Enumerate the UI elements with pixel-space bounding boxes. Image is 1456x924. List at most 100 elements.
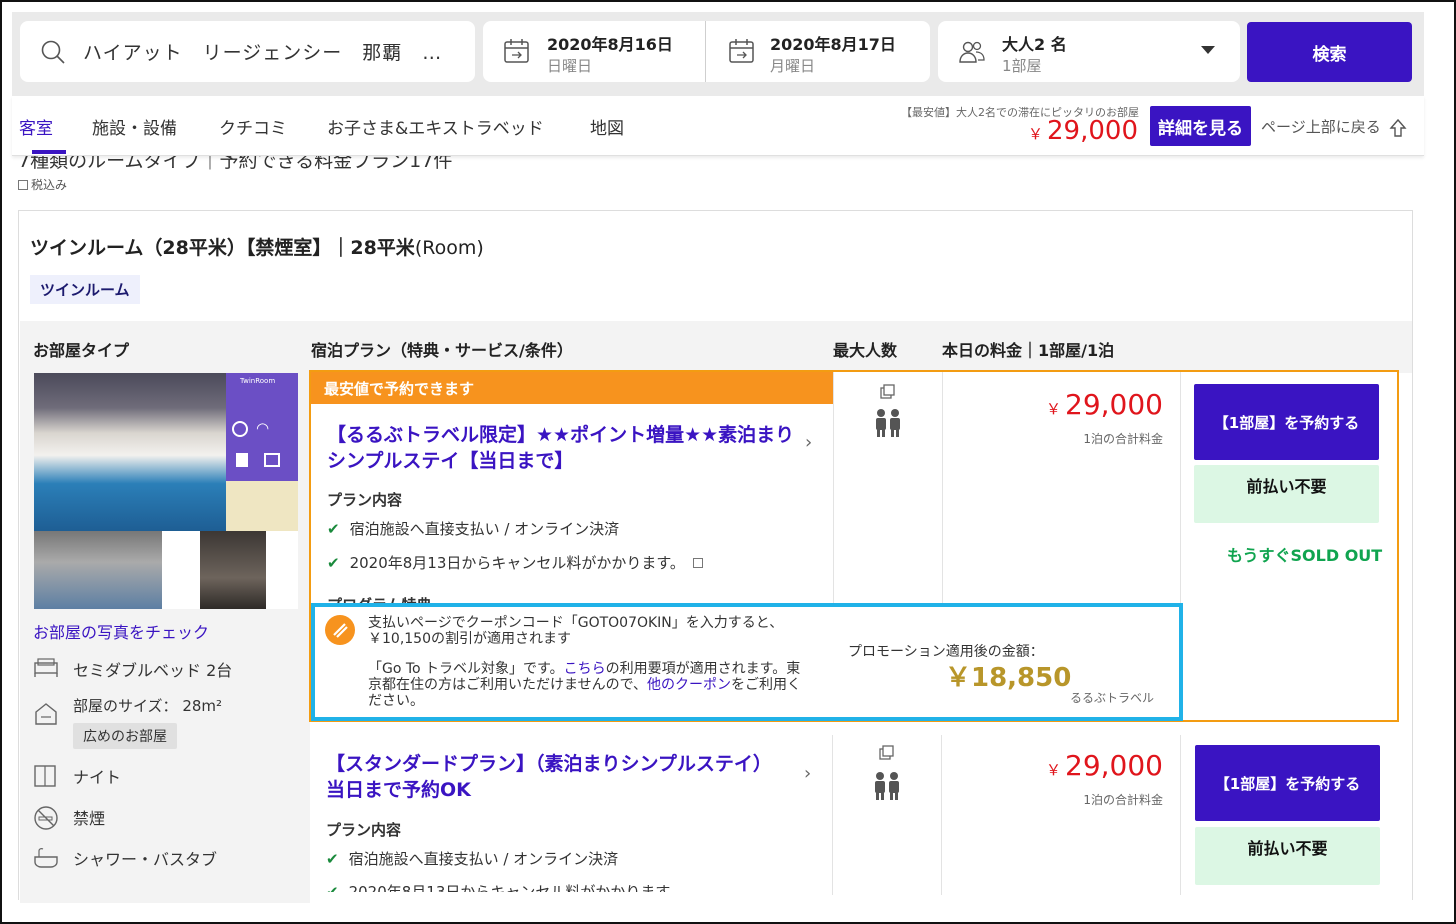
- promo-price: ￥18,850: [945, 663, 1072, 693]
- yen-symbol: ￥: [1046, 761, 1062, 779]
- two-people-icon: [876, 409, 900, 437]
- bed-label: セミダブルベッド 2台: [73, 661, 233, 680]
- terms-link[interactable]: こちら: [564, 661, 606, 677]
- checkin-date: 2020年8月16日: [547, 35, 673, 54]
- back-to-top-label: ページ上部に戻る: [1261, 118, 1381, 136]
- coupon-promotion-box: 支払いページでクーポンコード「GOTO07OKIN」を入力すると、￥10,150…: [311, 603, 1183, 721]
- column-divider: [832, 735, 833, 895]
- tax-included-label: 税込み: [31, 178, 68, 192]
- plan-title-link[interactable]: 【スタンダードプラン】（素泊まりシンプルステイ）当日まで予約OK: [326, 751, 786, 803]
- checkin-calendar-icon: [504, 39, 529, 63]
- coupon-icon: [325, 615, 355, 645]
- room-title-main: ツインルーム（28平米）【禁煙室】｜28平米: [30, 237, 415, 259]
- external-icon: [18, 180, 28, 190]
- nav-price-value: 29,000: [1047, 116, 1138, 146]
- plan-condition-text: 2020年8月13日からキャンセル料がかかります。: [348, 883, 684, 892]
- tab-map[interactable]: 地図: [590, 114, 624, 139]
- wifi-icon: ◠: [256, 419, 270, 437]
- window-view-icon: [34, 765, 56, 787]
- room-title: ツインルーム（28平米）【禁煙室】｜28平米(Room): [30, 233, 484, 260]
- header-plan: 宿泊プラン（特典・サービス/条件）: [311, 341, 573, 360]
- column-divider: [941, 735, 942, 895]
- amenity-icon: [236, 453, 248, 467]
- bath-label: シャワー・バスタブ: [73, 850, 218, 869]
- lowest-price-banner: 最安値で予約できます: [311, 372, 833, 404]
- sticky-nav: 客室 施設・設備 クチコミ お子さま&エキストラベッド 地図 【最安値】大人2名…: [12, 96, 1424, 156]
- room-size-label: 部屋のサイズ： 28m²: [73, 697, 223, 715]
- other-coupons-link[interactable]: 他のクーポン: [647, 677, 731, 693]
- spacious-room-chip: 広めのお部屋: [73, 723, 177, 749]
- date-range-field[interactable]: 2020年8月16日 日曜日 2020年8月17日 月曜日: [483, 21, 930, 82]
- tab-facilities[interactable]: 施設・設備: [92, 114, 177, 139]
- tab-children-extra-bed[interactable]: お子さま&エキストラベッド: [327, 114, 544, 139]
- checkout-day: 月曜日: [770, 57, 816, 75]
- view-label: ナイト: [73, 768, 122, 787]
- room-info-icon[interactable]: [879, 384, 895, 400]
- search-button[interactable]: 検索: [1247, 22, 1412, 82]
- reserve-button[interactable]: 【1部屋】を予約する: [1195, 745, 1380, 821]
- date-divider: [705, 21, 706, 82]
- tab-reviews[interactable]: クチコミ: [219, 114, 287, 139]
- check-icon: ✔: [326, 850, 339, 868]
- no-smoking-icon: [232, 421, 248, 437]
- guests-count: 大人2 名: [1002, 35, 1067, 54]
- plan-row-2: 【スタンダードプラン】（素泊まりシンプルステイ）当日まで予約OK › プラン内容…: [310, 735, 1397, 895]
- destination-field[interactable]: ハイアット リージェンシー 那覇 …: [20, 21, 475, 82]
- goto-note-text: 「Go To トラベル対象」です。: [368, 661, 564, 677]
- room-title-suffix: (Room): [414, 237, 484, 259]
- column-divider: [1180, 735, 1181, 895]
- tv-icon: [264, 453, 280, 467]
- bathtub-icon: [34, 848, 58, 868]
- active-tab-indicator: [32, 150, 66, 154]
- room-photo-bed: [226, 481, 298, 531]
- plan-condition-text: 宿泊施設へ直接支払い / オンライン決済: [348, 850, 619, 868]
- reserve-button[interactable]: 【1部屋】を予約する: [1194, 384, 1379, 460]
- external-link-icon[interactable]: [692, 558, 703, 568]
- almost-sold-out-label: もうすぐSOLD OUT: [1227, 546, 1383, 565]
- caret-down-icon: [1201, 46, 1215, 54]
- plan-condition-text: 宿泊施設へ直接支払い / オンライン決済: [349, 520, 620, 538]
- no-prepayment-badge: 前払い不要: [1194, 465, 1379, 523]
- plan-condition-text: 2020年8月13日からキャンセル料がかかります。: [349, 554, 685, 572]
- back-to-top-link[interactable]: ページ上部に戻る: [1261, 116, 1408, 138]
- arrow-up-icon: [1389, 118, 1408, 137]
- nav-price: ￥ 29,000: [1028, 116, 1138, 146]
- search-icon: [41, 40, 65, 64]
- guests-icon: [959, 41, 985, 63]
- destination-text: ハイアット リージェンシー 那覇 …: [83, 42, 443, 64]
- plans-table-header: お部屋タイプ 宿泊プラン（特典・サービス/条件） 最大人数 本日の料金｜1部屋/…: [20, 321, 1412, 373]
- goto-travel-note: 「Go To トラベル対象」です。こちらの利用要項が適用されます。東京都在住の方…: [368, 661, 808, 709]
- room-photo-info-panel: TwinRoom ◠: [226, 373, 298, 481]
- twin-room-badge: TwinRoom: [240, 377, 276, 385]
- room-photos-link[interactable]: お部屋の写真をチェック: [33, 619, 209, 643]
- plan-price: ￥ 29,000: [1046, 749, 1163, 782]
- guests-selector[interactable]: 大人2 名 1部屋: [938, 21, 1240, 82]
- header-room-type: お部屋タイプ: [33, 341, 130, 360]
- check-icon: ✔: [326, 883, 339, 892]
- yen-symbol: ￥: [1028, 125, 1044, 143]
- price-subtitle: 1泊の合計料金: [1083, 793, 1163, 807]
- room-photo-gallery[interactable]: TwinRoom ◠: [34, 373, 298, 609]
- coupon-description: 支払いページでクーポンコード「GOTO07OKIN」を入力すると、￥10,150…: [368, 615, 784, 647]
- plan-price-value: 29,000: [1065, 388, 1163, 421]
- promo-source: るるぶトラベル: [1070, 691, 1155, 705]
- room-info-icon[interactable]: [878, 745, 894, 761]
- checkout-calendar-icon: [729, 39, 754, 63]
- tax-included-note: 税込み: [18, 176, 67, 193]
- header-price: 本日の料金｜1部屋/1泊: [942, 341, 1115, 360]
- tab-rooms[interactable]: 客室: [19, 114, 53, 139]
- room-info-column: TwinRoom ◠ お部屋の写真をチェック セミダブルベッド 2台 部屋のサイ…: [20, 373, 310, 903]
- room-photo-main: [34, 373, 226, 531]
- plan-title-link[interactable]: 【るるぶトラベル限定】★★ポイント増量★★素泊まりシンプルステイ【当日まで】: [327, 422, 797, 474]
- plan-condition-item: ✔ 宿泊施設へ直接支払い / オンライン決済: [327, 518, 619, 539]
- no-smoking-feature-icon: [34, 806, 58, 830]
- plan-condition-item: ✔ 2020年8月13日からキャンセル料がかかります。: [326, 881, 684, 892]
- check-icon: ✔: [327, 554, 340, 572]
- room-type-tag: ツインルーム: [30, 275, 140, 304]
- plan-condition-item: ✔ 2020年8月13日からキャンセル料がかかります。: [327, 552, 703, 573]
- view-details-button[interactable]: 詳細を見る: [1150, 106, 1251, 146]
- plan-condition-item: ✔ 宿泊施設へ直接支払い / オンライン決済: [326, 848, 618, 869]
- no-prepayment-badge: 前払い不要: [1195, 827, 1380, 885]
- checkin-day: 日曜日: [547, 57, 593, 75]
- two-people-icon: [875, 772, 899, 800]
